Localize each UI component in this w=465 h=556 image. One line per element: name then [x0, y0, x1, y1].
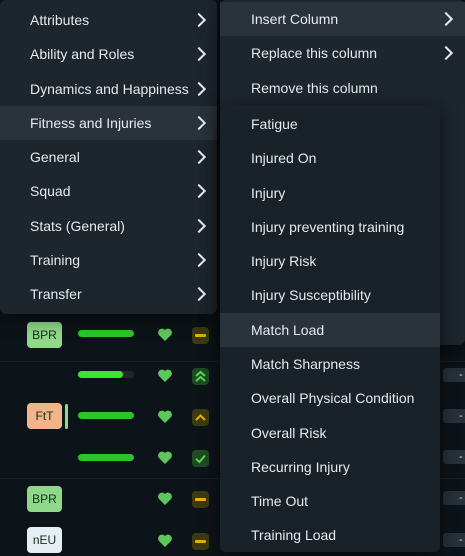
- position-badge: BPR: [27, 322, 62, 348]
- status-neutral-icon: [192, 491, 209, 508]
- heart-icon: [158, 534, 172, 547]
- menu-item-squad[interactable]: Squad: [0, 174, 217, 208]
- fitness-injuries-submenu: Fatigue Injured On Injury Injury prevent…: [220, 105, 440, 552]
- menu-item-recurring-injury[interactable]: Recurring Injury: [220, 450, 440, 484]
- chevron-right-icon: [191, 81, 207, 97]
- menu-item-replace-column[interactable]: Replace this column: [220, 36, 465, 70]
- menu-item-injury[interactable]: Injury: [220, 176, 440, 210]
- double-chevron-up-icon: [192, 368, 209, 385]
- table-cell: -: [443, 450, 465, 464]
- condition-bar: [78, 412, 134, 419]
- position-badge: FtT: [27, 403, 62, 429]
- menu-item-ability-and-roles[interactable]: Ability and Roles: [0, 37, 217, 71]
- menu-item-training-load[interactable]: Training Load: [220, 518, 440, 552]
- check-icon: [192, 450, 209, 467]
- heart-icon: [158, 410, 172, 423]
- chevron-right-icon: [191, 183, 207, 199]
- menu-item-insert-column[interactable]: Insert Column: [220, 2, 465, 36]
- condition-bar: [78, 330, 134, 337]
- chevron-right-icon: [438, 45, 454, 61]
- status-neutral-icon: [192, 327, 209, 344]
- menu-item-general[interactable]: General: [0, 140, 217, 174]
- menu-item-dynamics-and-happiness[interactable]: Dynamics and Happiness: [0, 72, 217, 106]
- menu-item-training[interactable]: Training: [0, 243, 217, 277]
- position-badge: BPR: [27, 486, 62, 512]
- menu-item-transfer[interactable]: Transfer: [0, 277, 217, 311]
- menu-item-fitness-and-injuries[interactable]: Fitness and Injuries: [0, 106, 217, 140]
- status-neutral-icon: [192, 533, 209, 550]
- chevron-right-icon: [191, 115, 207, 131]
- table-cell: -: [443, 368, 465, 382]
- chevron-up-icon: [192, 409, 209, 426]
- column-category-menu: Attributes Ability and Roles Dynamics an…: [0, 0, 217, 314]
- chevron-right-icon: [191, 12, 207, 28]
- heart-icon: [158, 451, 172, 464]
- menu-item-match-load[interactable]: Match Load: [220, 313, 440, 347]
- menu-item-stats-general[interactable]: Stats (General): [0, 209, 217, 243]
- heart-icon: [158, 492, 172, 505]
- table-cell: -: [443, 409, 465, 423]
- menu-item-attributes[interactable]: Attributes: [0, 3, 217, 37]
- menu-item-remove-column[interactable]: Remove this column: [220, 71, 465, 105]
- selection-marker: [65, 404, 68, 429]
- chevron-right-icon: [191, 252, 207, 268]
- menu-item-overall-risk[interactable]: Overall Risk: [220, 416, 440, 450]
- menu-item-injury-risk[interactable]: Injury Risk: [220, 244, 440, 278]
- menu-item-fatigue[interactable]: Fatigue: [220, 107, 440, 141]
- table-cell: -: [443, 491, 465, 505]
- menu-item-injured-on[interactable]: Injured On: [220, 141, 440, 175]
- menu-item-time-out[interactable]: Time Out: [220, 484, 440, 518]
- menu-item-match-sharpness[interactable]: Match Sharpness: [220, 347, 440, 381]
- menu-item-injury-susceptibility[interactable]: Injury Susceptibility: [220, 278, 440, 312]
- chevron-right-icon: [191, 46, 207, 62]
- table-cell: -: [443, 533, 465, 547]
- chevron-right-icon: [438, 11, 454, 27]
- position-badge: nEU: [27, 527, 62, 553]
- condition-bar: [78, 371, 134, 378]
- chevron-right-icon: [191, 286, 207, 302]
- condition-bar: [78, 454, 134, 461]
- menu-item-injury-preventing-training[interactable]: Injury preventing training: [220, 210, 440, 244]
- menu-item-overall-physical-condition[interactable]: Overall Physical Condition: [220, 381, 440, 415]
- heart-icon: [158, 328, 172, 341]
- chevron-right-icon: [191, 218, 207, 234]
- chevron-right-icon: [191, 149, 207, 165]
- heart-icon: [158, 369, 172, 382]
